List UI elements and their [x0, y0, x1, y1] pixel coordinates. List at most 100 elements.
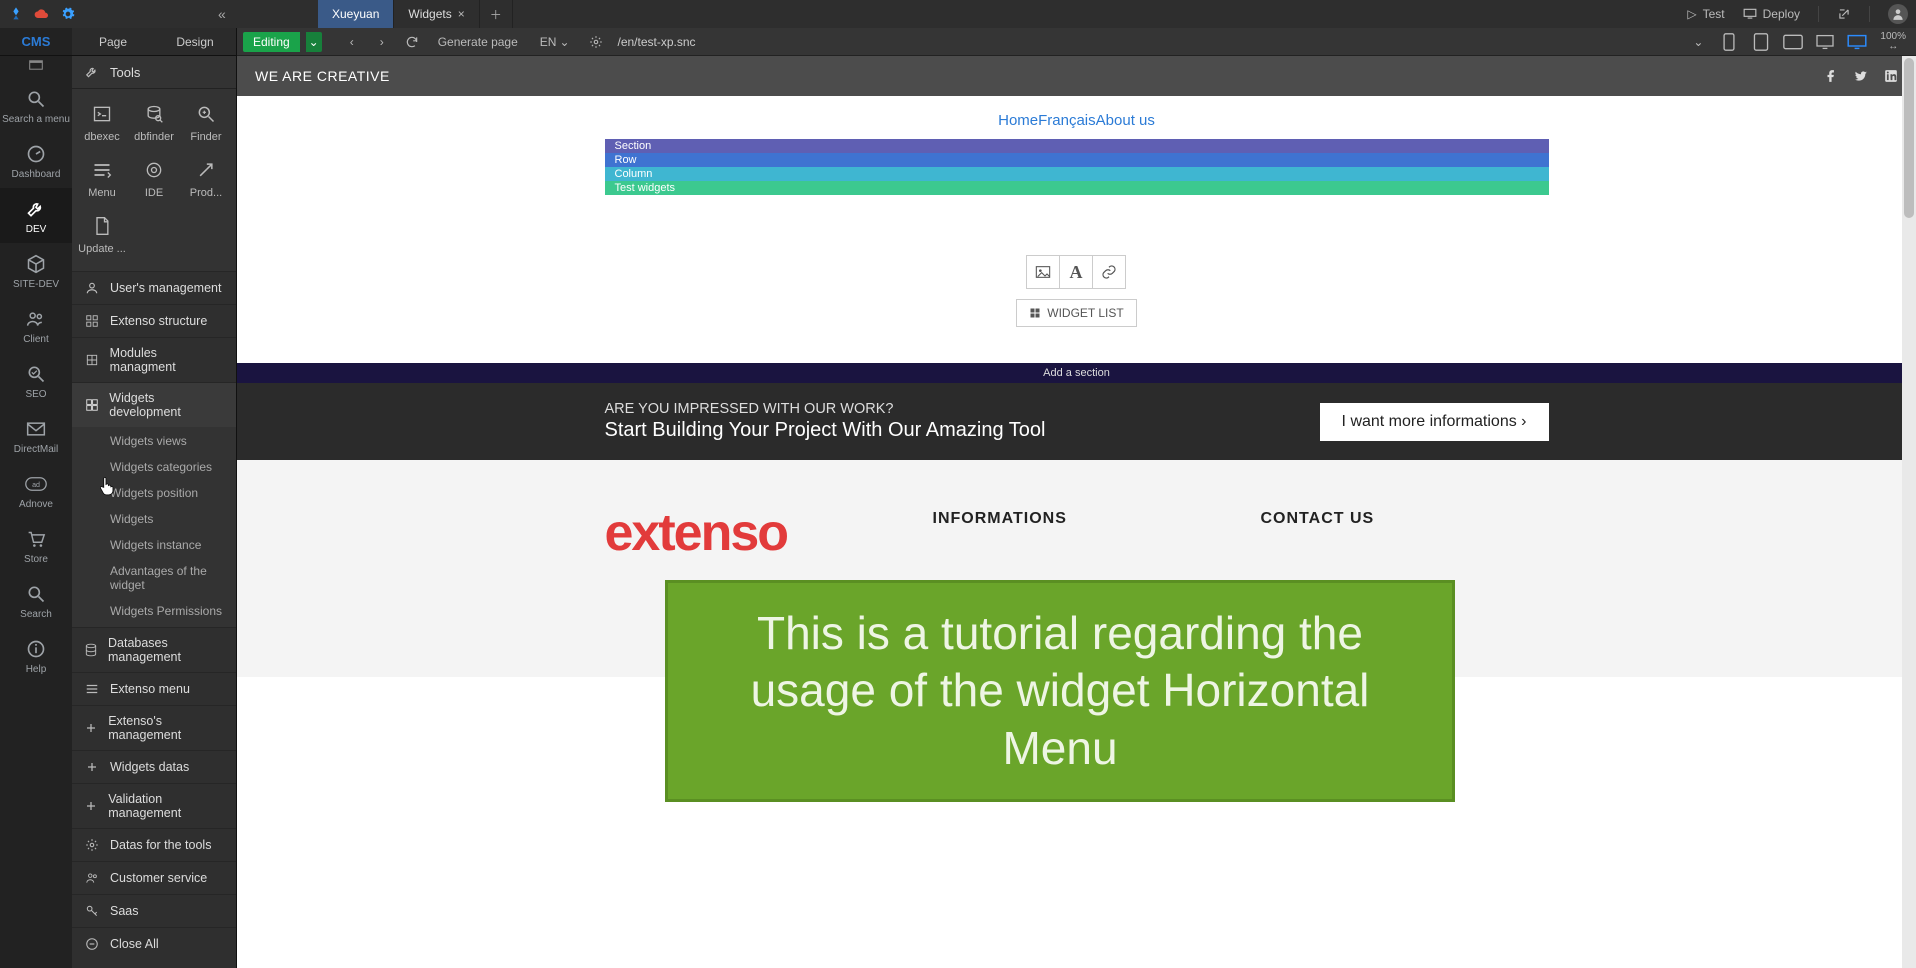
- collapse-left-panel-icon[interactable]: «: [218, 6, 226, 22]
- nav-forward-button[interactable]: ›: [370, 32, 394, 52]
- linkedin-icon[interactable]: [1884, 69, 1898, 83]
- page-canvas[interactable]: WE ARE CREATIVE HomeFrançaisAbout us Sec…: [237, 56, 1916, 968]
- builder-bar-test-widgets[interactable]: Test widgets: [605, 181, 1549, 195]
- rail-label: Help: [26, 664, 47, 675]
- sub-advantages-widget[interactable]: Advantages of the widget: [106, 561, 236, 595]
- device-tablet-portrait[interactable]: [1748, 32, 1774, 52]
- canvas-scrollbar[interactable]: [1902, 56, 1916, 968]
- sub-widgets-instance[interactable]: Widgets instance: [106, 535, 236, 555]
- rail-item-search[interactable]: Search: [0, 573, 72, 628]
- acc-extenso-structure[interactable]: Extenso structure: [72, 304, 236, 337]
- user-icon: [84, 280, 100, 296]
- acc-widgets-datas[interactable]: Widgets datas: [72, 750, 236, 783]
- sub-widgets-position[interactable]: Widgets position: [106, 483, 236, 503]
- acc-datas-for-tools[interactable]: Datas for the tools: [72, 828, 236, 861]
- widget-list-button[interactable]: WIDGET LIST: [1016, 299, 1136, 327]
- acc-extenso-management[interactable]: Extenso's management: [72, 705, 236, 750]
- rail-label: Client: [23, 334, 49, 345]
- builder-bar-column[interactable]: Column: [605, 167, 1549, 181]
- tool-ide[interactable]: IDE: [128, 153, 180, 205]
- close-icon[interactable]: ×: [458, 7, 465, 21]
- reload-icon: [405, 35, 419, 49]
- rail-brand-sub-icon[interactable]: [0, 56, 72, 78]
- user-avatar[interactable]: [1888, 4, 1908, 24]
- panel-tab-page[interactable]: Page: [72, 28, 154, 55]
- rail-item-store[interactable]: Store: [0, 518, 72, 573]
- editing-mode-caret[interactable]: ⌄: [306, 32, 322, 52]
- sub-widgets-views[interactable]: Widgets views: [106, 431, 236, 451]
- page-dropdown[interactable]: ⌄: [1686, 32, 1710, 52]
- insert-image-button[interactable]: [1026, 255, 1060, 289]
- rail-label: Adnove: [19, 499, 53, 510]
- tab-widgets[interactable]: Widgets×: [394, 0, 479, 28]
- rail-item-search-menu[interactable]: Search a menu: [0, 78, 72, 133]
- acc-modules-management[interactable]: Modules managment: [72, 337, 236, 382]
- twitter-icon[interactable]: [1854, 69, 1868, 83]
- tab-add[interactable]: ＋: [480, 0, 513, 28]
- nav-back-button[interactable]: ‹: [340, 32, 364, 52]
- acc-extenso-menu[interactable]: Extenso menu: [72, 672, 236, 705]
- nav-francais[interactable]: Français: [1038, 112, 1096, 129]
- device-tablet-landscape[interactable]: [1780, 32, 1806, 52]
- generate-page-button[interactable]: Generate page: [430, 32, 526, 52]
- users-icon: [25, 308, 47, 330]
- insert-link-button[interactable]: [1092, 255, 1126, 289]
- info-icon: [25, 638, 47, 660]
- rail-brand[interactable]: CMS: [0, 28, 72, 56]
- tool-dbfinder[interactable]: dbfinder: [128, 97, 180, 149]
- cta-button[interactable]: I want more informations ›: [1320, 403, 1549, 441]
- acc-databases-management[interactable]: Databases management: [72, 627, 236, 672]
- acc-users-management[interactable]: User's management: [72, 271, 236, 304]
- device-full[interactable]: [1844, 32, 1870, 52]
- zoom-control[interactable]: 100%↔: [1876, 32, 1910, 52]
- external-link-icon[interactable]: [1837, 7, 1851, 21]
- rail-item-dev[interactable]: DEV: [0, 188, 72, 243]
- sub-widgets-categories[interactable]: Widgets categories: [106, 457, 236, 477]
- acc-label: Widgets datas: [110, 760, 189, 774]
- sub-widgets[interactable]: Widgets: [106, 509, 236, 529]
- tools-header-label: Tools: [110, 65, 140, 80]
- insert-text-button[interactable]: A: [1059, 255, 1093, 289]
- tab-xueyuan[interactable]: Xueyuan: [318, 0, 394, 28]
- acc-saas[interactable]: Saas: [72, 894, 236, 927]
- tools-header[interactable]: Tools: [72, 56, 236, 89]
- language-select[interactable]: EN⌄: [532, 32, 578, 52]
- cta-inner: ARE YOU IMPRESSED WITH OUR WORK? Start B…: [605, 401, 1549, 442]
- panel-tab-design[interactable]: Design: [154, 28, 236, 55]
- sub-widgets-permissions[interactable]: Widgets Permissions: [106, 601, 236, 621]
- facebook-icon[interactable]: [1824, 69, 1838, 83]
- test-button[interactable]: ▷Test: [1687, 7, 1724, 21]
- acc-widgets-development[interactable]: Widgets development: [72, 382, 236, 427]
- nav-about[interactable]: About us: [1096, 112, 1155, 129]
- tool-menu[interactable]: Menu: [76, 153, 128, 205]
- settings-icon[interactable]: [60, 6, 76, 22]
- rail-item-dashboard[interactable]: Dashboard: [0, 133, 72, 188]
- rail-item-seo[interactable]: SEO: [0, 353, 72, 408]
- cloud-icon[interactable]: [34, 6, 50, 22]
- page-settings-button[interactable]: [584, 32, 608, 52]
- plus-icon: [84, 720, 98, 736]
- nav-home[interactable]: Home: [998, 112, 1038, 129]
- deploy-button[interactable]: Deploy: [1743, 7, 1800, 21]
- tool-finder[interactable]: Finder: [180, 97, 232, 149]
- acc-close-all[interactable]: Close All: [72, 927, 236, 960]
- scrollbar-thumb[interactable]: [1904, 58, 1914, 218]
- footer-logo-col: extenso: [605, 510, 893, 557]
- acc-customer-service[interactable]: Customer service: [72, 861, 236, 894]
- rail-item-help[interactable]: Help: [0, 628, 72, 683]
- tool-update[interactable]: Update ...: [76, 209, 128, 261]
- acc-validation-management[interactable]: Validation management: [72, 783, 236, 828]
- builder-bar-section[interactable]: Section: [605, 139, 1549, 153]
- rail-item-adnove[interactable]: ad Adnove: [0, 463, 72, 518]
- add-section-button[interactable]: Add a section: [237, 363, 1916, 383]
- rail-item-site-dev[interactable]: SITE-DEV: [0, 243, 72, 298]
- builder-bar-row[interactable]: Row: [605, 153, 1549, 167]
- editing-mode-button[interactable]: Editing: [243, 32, 300, 52]
- device-mobile[interactable]: [1716, 32, 1742, 52]
- rail-item-directmail[interactable]: DirectMail: [0, 408, 72, 463]
- tool-dbexec[interactable]: dbexec: [76, 97, 128, 149]
- rail-item-client[interactable]: Client: [0, 298, 72, 353]
- tool-prod[interactable]: Prod...: [180, 153, 232, 205]
- reload-button[interactable]: [400, 32, 424, 52]
- device-desktop[interactable]: [1812, 32, 1838, 52]
